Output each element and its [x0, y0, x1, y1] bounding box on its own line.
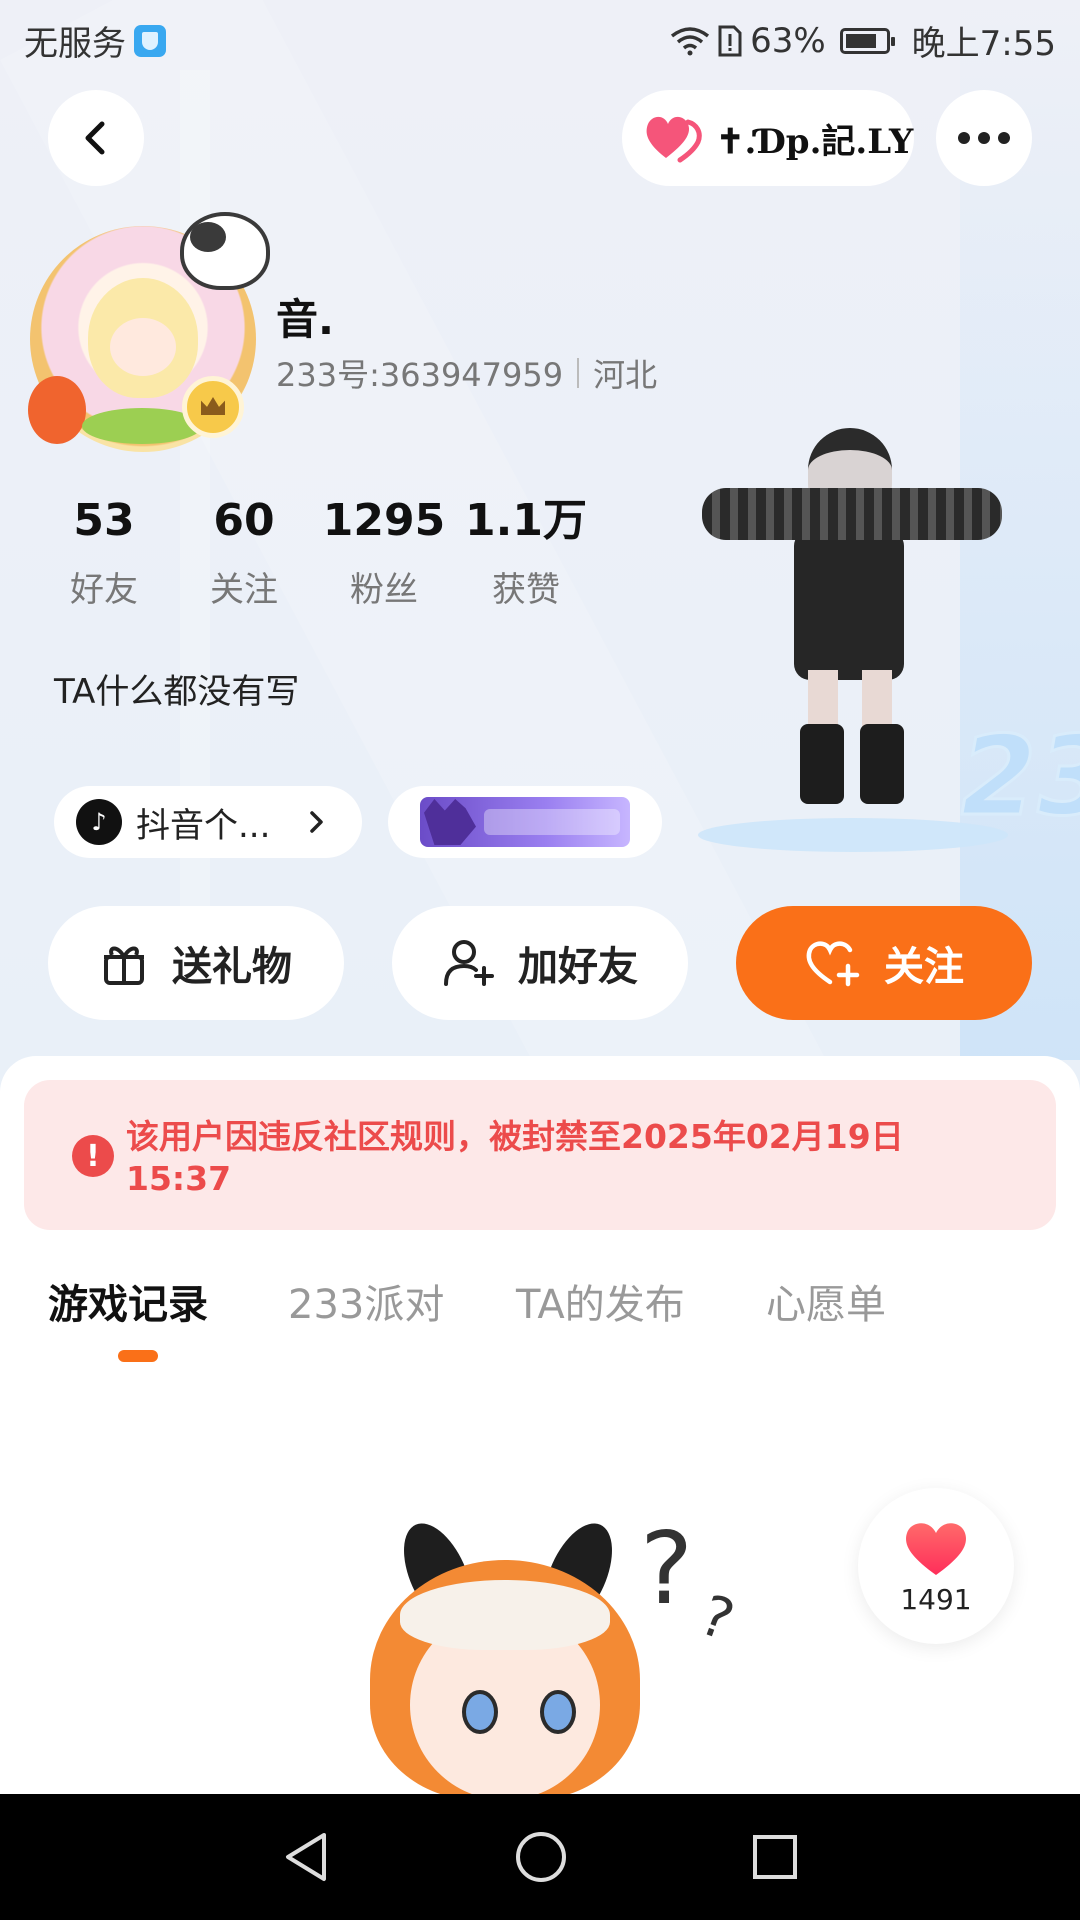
douyin-link-chip[interactable]: ♪ 抖音个... — [54, 786, 362, 858]
stat-friends[interactable]: 53 好友 — [34, 494, 174, 611]
tiktok-icon: ♪ — [76, 799, 122, 845]
heart-icon — [646, 116, 702, 163]
back-button[interactable] — [48, 90, 144, 186]
stat-value: 1295 — [322, 495, 446, 546]
follow-button[interactable]: 关注 — [736, 906, 1032, 1020]
stat-value: 60 — [213, 495, 275, 546]
more-dot — [958, 132, 970, 144]
divider — [577, 358, 580, 388]
character-eye — [462, 1690, 498, 1734]
add-friend-label: 加好友 — [518, 944, 638, 990]
tab-party[interactable]: 233派对 — [288, 1272, 444, 1330]
nav-recents-icon[interactable] — [750, 1832, 800, 1882]
cp-name: ✝.Ɗp.記.LY — [716, 121, 914, 162]
profile-tabs: 游戏记录 233派对 TA的发布 心愿单 — [0, 1266, 1080, 1366]
follow-label: 关注 — [884, 944, 964, 990]
character-body — [794, 530, 904, 680]
stat-label: 好友 — [70, 570, 138, 610]
stat-label: 关注 — [210, 570, 278, 610]
wifi-icon — [670, 26, 710, 55]
gift-icon — [104, 946, 144, 985]
avatar-face — [88, 278, 198, 398]
send-gift-button[interactable]: 送礼物 — [48, 906, 344, 1020]
like-count: 1491 — [900, 1582, 972, 1616]
stat-label: 获赞 — [492, 570, 560, 610]
ban-notice: ! 该用户因违反社区规则，被封禁至2025年02月19日 15:37 — [24, 1080, 1056, 1230]
shield-icon — [134, 24, 166, 57]
status-left: 无服务 — [24, 16, 166, 65]
nav-back-icon[interactable] — [280, 1829, 332, 1885]
more-dot — [978, 132, 990, 144]
stat-fans[interactable]: 1295 粉丝 — [314, 494, 454, 611]
avatar[interactable] — [28, 212, 270, 452]
chevron-left-icon — [85, 121, 105, 155]
tab-posts[interactable]: TA的发布 — [516, 1272, 685, 1330]
status-right: 63% 晚上7:55 — [670, 16, 1056, 65]
like-float-button[interactable]: 1491 — [858, 1488, 1014, 1644]
question-mark-icon: ? — [691, 1582, 742, 1655]
battery-percent: 63% — [750, 20, 826, 61]
cat-decoration — [180, 212, 270, 290]
character-eye — [540, 1690, 576, 1734]
user-meta: 233号:363947959 河北 — [276, 350, 657, 396]
character-boot — [860, 724, 904, 804]
sim-alert-icon — [718, 25, 742, 56]
tab-indicator — [118, 1350, 158, 1362]
bio-text: TA什么都没有写 — [54, 672, 300, 712]
chevron-right-icon — [310, 811, 324, 833]
carrier-text: 无服务 — [24, 24, 126, 64]
deco-233: 233 — [947, 711, 1080, 842]
send-gift-label: 送礼物 — [172, 944, 292, 990]
system-nav-bar — [0, 1794, 1080, 1920]
ban-message: 该用户因违反社区规则，被封禁至2025年02月19日 15:37 — [126, 1117, 904, 1198]
avatar-3d-character[interactable] — [698, 420, 1008, 852]
tab-wishlist[interactable]: 心愿单 — [766, 1272, 886, 1330]
more-dot — [998, 132, 1010, 144]
carrot-decoration — [28, 376, 86, 444]
character-tail — [702, 488, 1002, 540]
status-bar: 无服务 63% 晚上7:55 — [0, 0, 1080, 76]
douyin-chip-label: 抖音个... — [136, 805, 271, 846]
stat-following[interactable]: 60 关注 — [174, 494, 314, 611]
battery-icon — [839, 27, 895, 54]
more-button[interactable] — [936, 90, 1032, 186]
user-id: 233号:363947959 — [276, 356, 564, 394]
stat-value: 1.1万 — [465, 495, 587, 546]
stat-value: 53 — [73, 495, 135, 546]
character-bangs — [400, 1580, 610, 1650]
profile-screen: 无服务 63% 晚上7:55 ✝.Ɗp.記.LY 音. 233号:3639479… — [0, 0, 1080, 1920]
tab-game-records[interactable]: 游戏记录 — [48, 1272, 208, 1330]
user-location: 河北 — [593, 356, 658, 394]
nav-home-icon[interactable] — [513, 1829, 569, 1885]
stat-likes[interactable]: 1.1万 获赞 — [456, 494, 596, 611]
character-boot — [800, 724, 844, 804]
question-mark-icon: ? — [640, 1510, 694, 1627]
alert-icon: ! — [72, 1135, 114, 1177]
person-add-icon — [444, 940, 494, 986]
cp-pill[interactable]: ✝.Ɗp.記.LY — [622, 90, 914, 186]
pokemon-badge-image — [420, 797, 630, 847]
heart-icon — [906, 1522, 966, 1575]
stat-label: 粉丝 — [350, 570, 418, 610]
username: 音. — [276, 295, 334, 344]
crown-icon — [182, 376, 244, 438]
empty-state-illustration: ? ? — [350, 1510, 770, 1800]
pokemon-badge-chip[interactable] — [388, 786, 662, 858]
heart-plus-icon — [806, 941, 860, 987]
add-friend-button[interactable]: 加好友 — [392, 906, 688, 1020]
clock-text: 晚上7:55 — [911, 24, 1056, 64]
